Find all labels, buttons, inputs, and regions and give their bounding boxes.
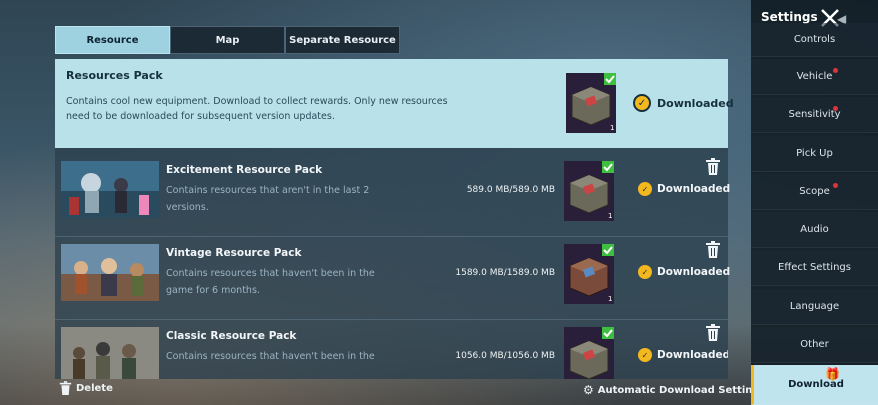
pack-size: 589.0 MB/589.0 MB — [466, 185, 555, 195]
sidebar-item-label: Audio — [800, 224, 829, 235]
status-label: Downloaded — [657, 96, 734, 110]
pack-description: Contains resources that haven't been in … — [166, 268, 375, 296]
pack-description: Contains resources that aren't in the la… — [166, 185, 370, 213]
status-label: Downloaded — [657, 349, 728, 361]
svg-text:1: 1 — [608, 212, 612, 220]
sidebar-item-label: Vehicle — [796, 71, 833, 82]
resources-pack-title: Resources Pack — [66, 69, 163, 82]
excitement-pack-image — [61, 161, 159, 218]
classic-pack-image — [61, 327, 159, 379]
sidebar-item-audio[interactable]: Audio — [751, 212, 878, 248]
sidebar-item-label: Controls — [793, 34, 836, 45]
check-circle-icon: ✓ — [638, 182, 652, 196]
sidebar-item-sensitivity[interactable]: Sensitivity — [751, 97, 878, 133]
sidebar-item-vehicle[interactable]: Vehicle — [751, 59, 878, 95]
auto-download-label: Automatic Download Settings — [597, 384, 766, 396]
check-circle-icon: ✓ — [638, 265, 652, 279]
pack-size: 1589.0 MB/1589.0 MB — [455, 268, 555, 278]
gear-icon: ⚙ — [583, 383, 594, 397]
trash-icon[interactable] — [705, 158, 721, 176]
sidebar-item-label: Sensitivity — [788, 109, 841, 120]
resource-pack-row[interactable]: Classic Resource Pack Contains resources… — [55, 321, 728, 379]
status-label: Downloaded — [657, 183, 731, 195]
pack-size: 1056.0 MB/1056.0 MB — [455, 351, 555, 361]
pack-title: Excitement Resource Pack — [166, 164, 323, 176]
delete-button[interactable]: Delete — [59, 381, 113, 396]
settings-sidebar: Settings ◀ Controls Vehicle Sensitivity … — [751, 0, 878, 405]
sidebar-item-label: Scope — [799, 186, 830, 197]
pack-status: ✓ Downloaded — [638, 182, 730, 196]
tab-map[interactable]: Map — [170, 26, 285, 54]
svg-text:1: 1 — [608, 295, 612, 303]
crate-thumbnail: 1 — [564, 244, 614, 304]
resources-pack-status: ✓ Downloaded — [633, 94, 734, 112]
crate-thumbnail — [564, 327, 614, 379]
gift-icon: 🎁 — [825, 367, 840, 381]
pack-status: ✓ Downloaded — [638, 348, 728, 362]
crate-thumbnail: 1 — [564, 161, 614, 221]
resources-pack-card[interactable]: Resources Pack Contains cool new equipme… — [55, 59, 734, 148]
check-circle-icon: ✓ — [633, 94, 651, 112]
notification-dot — [833, 68, 838, 73]
sidebar-item-label: Other — [800, 339, 829, 350]
pack-status: ✓ Downloaded — [638, 265, 730, 279]
trash-icon[interactable] — [705, 241, 721, 259]
sidebar-item-download[interactable]: Download 🎁 — [751, 365, 878, 405]
resource-panel: Resources Pack Contains cool new equipme… — [55, 59, 734, 379]
sidebar-item-label: Language — [789, 301, 840, 312]
status-label: Downloaded — [657, 266, 731, 278]
automatic-download-settings-button[interactable]: ⚙ Automatic Download Settings — [583, 383, 765, 397]
sidebar-item-controls[interactable]: Controls — [751, 23, 878, 57]
tab-bar: Resource Map Separate Resource — [55, 26, 400, 54]
trash-icon — [59, 381, 72, 395]
tab-separate-resource[interactable]: Separate Resource — [285, 26, 400, 54]
resource-pack-row[interactable]: Excitement Resource Pack Contains resour… — [55, 155, 730, 237]
pack-title: Classic Resource Pack — [166, 330, 297, 342]
tab-resource[interactable]: Resource — [55, 26, 170, 54]
resource-pack-row[interactable]: Vintage Resource Pack Contains resources… — [55, 238, 730, 320]
pack-description: Contains resources that haven't been in … — [166, 351, 375, 362]
crate-thumbnail: 1 — [566, 73, 616, 133]
delete-label: Delete — [76, 383, 113, 394]
sidebar-item-other[interactable]: Other — [751, 327, 878, 363]
sidebar-item-label: Effect Settings — [778, 262, 851, 273]
notification-dot — [833, 106, 838, 111]
trash-icon[interactable] — [705, 324, 721, 342]
resources-pack-description: Contains cool new equipment. Download to… — [66, 96, 448, 122]
sidebar-item-label: Pick Up — [796, 148, 833, 159]
pack-title: Vintage Resource Pack — [166, 247, 302, 259]
vintage-pack-image — [61, 244, 159, 301]
sidebar-title: Settings — [761, 10, 818, 24]
sidebar-item-language[interactable]: Language — [751, 289, 878, 325]
svg-text:1: 1 — [610, 124, 614, 132]
sidebar-item-effect-settings[interactable]: Effect Settings — [751, 250, 878, 286]
sidebar-item-pick-up[interactable]: Pick Up — [751, 136, 878, 172]
check-circle-icon: ✓ — [638, 348, 652, 362]
notification-dot — [833, 183, 838, 188]
sidebar-item-scope[interactable]: Scope — [751, 174, 878, 210]
